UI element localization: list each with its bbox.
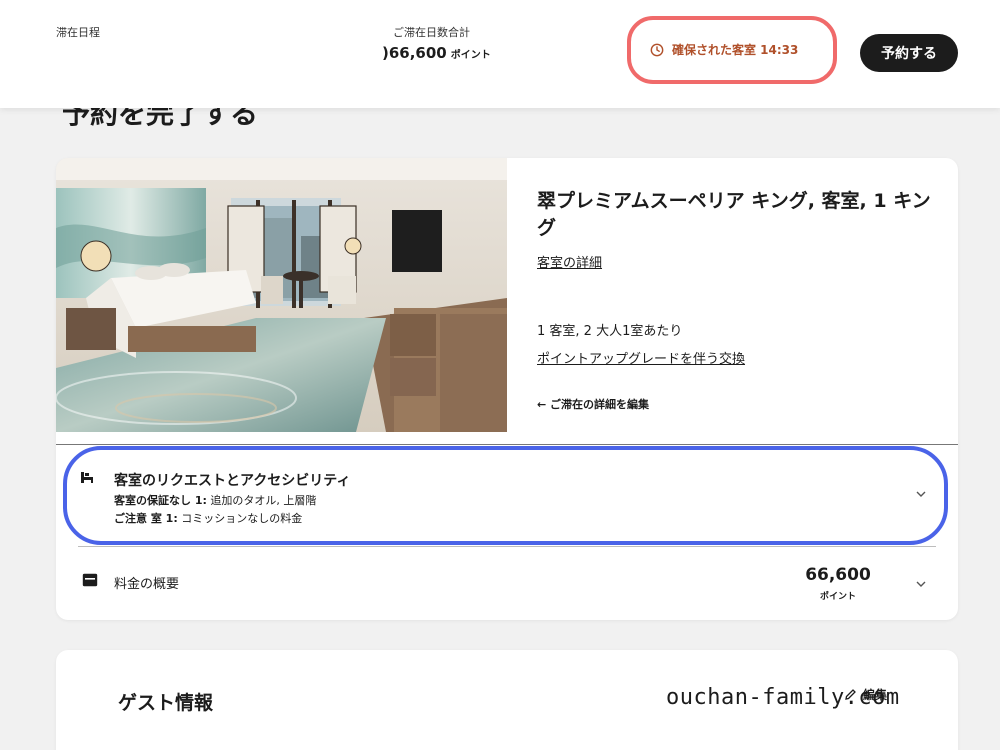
wallet-icon bbox=[82, 573, 98, 587]
room-name: 翠プレミアムスーペリア キング, 客室, 1 キング bbox=[537, 190, 931, 239]
top-bar: 滞在日程 ご滞在日数合計 )66,600 ポイント 確保された客室 14:33 予… bbox=[0, 0, 1000, 108]
total-stay-value: )66,600 ポイント bbox=[382, 44, 491, 62]
upgrade-exchange-link[interactable]: ポイントアップグレードを伴う交換 bbox=[537, 348, 745, 367]
price-total-value: 66,600 bbox=[805, 565, 871, 585]
room-details-link[interactable]: 客室の詳細 bbox=[537, 252, 602, 271]
total-stay-amount: )66,600 bbox=[382, 44, 447, 62]
occupancy-text: 1 客室, 2 大人1室あたり bbox=[537, 324, 683, 339]
price-summary-label: 料金の概要 bbox=[114, 577, 180, 592]
watermark: ouchan-family.com bbox=[666, 685, 900, 710]
guest-info-title: ゲスト情報 bbox=[118, 692, 214, 714]
stay-dates-label: 滞在日程 bbox=[56, 26, 100, 39]
room-info: 翠プレミアムスーペリア キング, 客室, 1 キング 客室の詳細 bbox=[537, 188, 937, 271]
total-stay-label: ご滞在日数合計 bbox=[393, 26, 470, 39]
room-card: 翠プレミアムスーペリア キング, 客室, 1 キング 客室の詳細 1 客室, 2… bbox=[56, 158, 958, 620]
price-total-unit: ポイント bbox=[819, 592, 856, 602]
room-photo bbox=[56, 158, 507, 432]
book-button[interactable]: 予約する bbox=[860, 34, 958, 72]
hold-timer-highlight bbox=[627, 16, 837, 84]
price-summary-accordion[interactable]: 料金の概要 66,600 ポイント bbox=[56, 547, 958, 620]
edit-stay-details-link[interactable]: ← ご滞在の詳細を編集 bbox=[537, 396, 649, 412]
chevron-down-icon[interactable] bbox=[916, 577, 926, 591]
requests-highlight bbox=[63, 446, 948, 545]
total-stay-unit: ポイント bbox=[450, 50, 491, 61]
